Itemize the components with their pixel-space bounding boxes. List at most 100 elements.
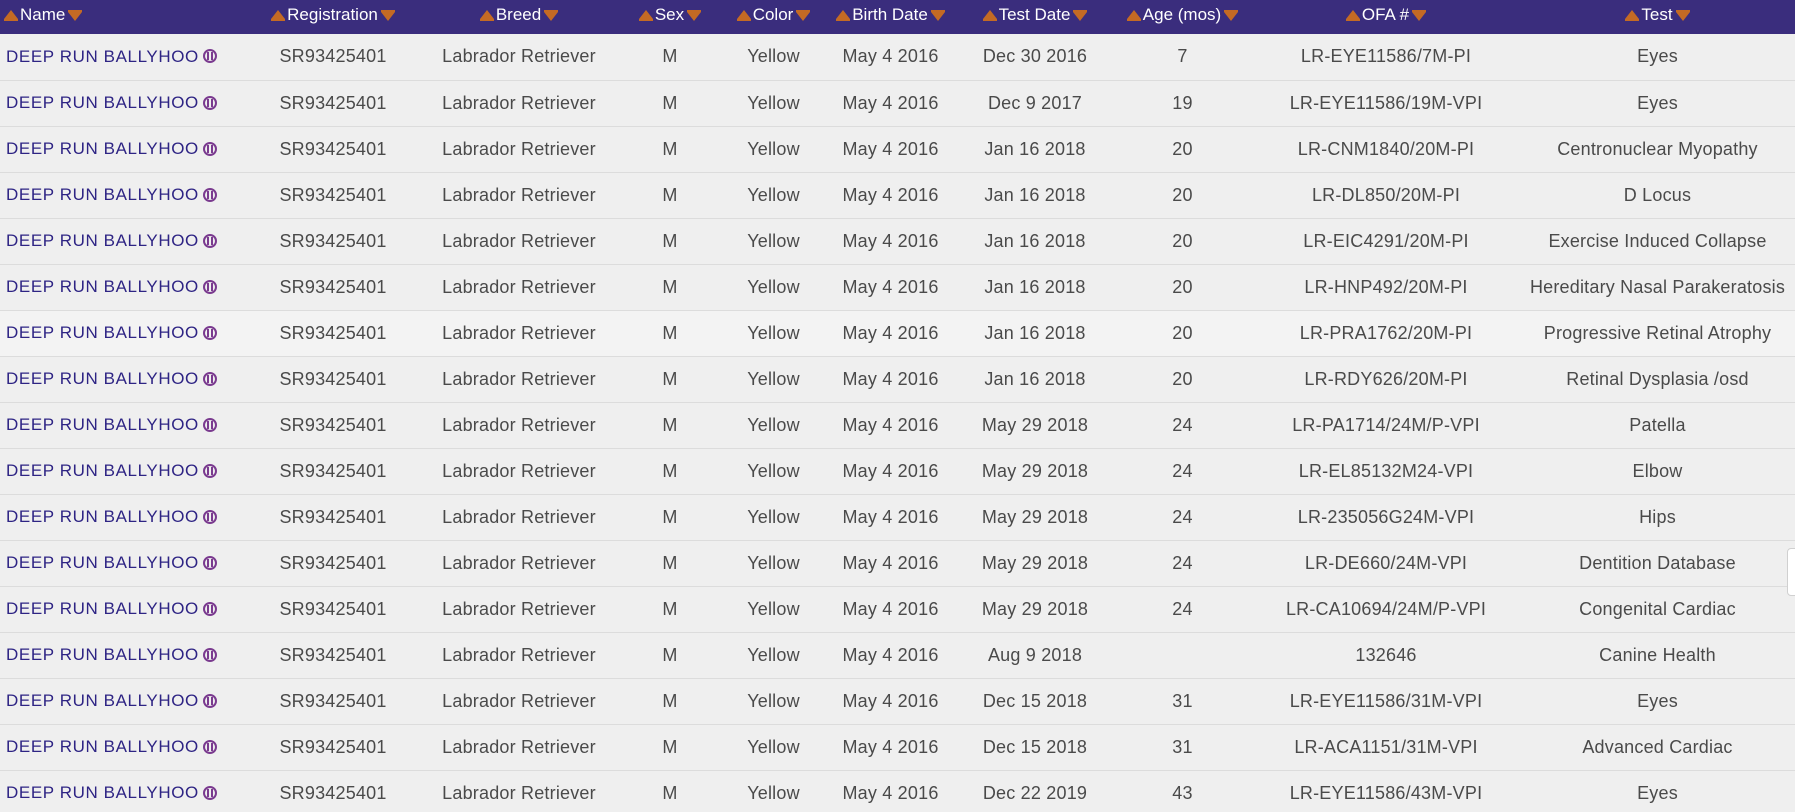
sort-descending-icon[interactable]	[930, 10, 945, 22]
cell-test-date: Dec 15 2018	[982, 690, 1088, 711]
cell-sex: M	[662, 506, 678, 527]
dog-name-link[interactable]: DEEP RUN BALLYHOO	[6, 599, 199, 618]
cell-registration: SR93425401	[279, 690, 387, 711]
column-header-color: Color	[728, 0, 819, 34]
cell-age: 20	[1172, 276, 1193, 297]
sort-ascending-icon[interactable]	[1345, 10, 1360, 22]
cell-test: Congenital Cardiac	[1579, 598, 1736, 619]
table-row: DEEP RUN BALLYHOO SR93425401 Labrador Retr…	[0, 494, 1795, 540]
sort-ascending-icon[interactable]	[638, 10, 653, 22]
sort-ascending-icon[interactable]	[836, 10, 851, 22]
certificate-icon[interactable]	[202, 693, 217, 708]
cell-test-date: Dec 30 2016	[982, 46, 1088, 67]
dog-name-link[interactable]: DEEP RUN BALLYHOO	[6, 461, 199, 480]
cell-name: DEEP RUN BALLYHOO	[0, 632, 240, 678]
certificate-icon[interactable]	[202, 785, 217, 800]
cell-ofa: LR-EIC4291/20M-PI	[1303, 230, 1469, 251]
cell-test-date: Jan 16 2018	[984, 322, 1086, 343]
sort-ascending-icon[interactable]	[271, 10, 286, 22]
table-row: DEEP RUN BALLYHOO SR93425401 Labrador Retr…	[0, 356, 1795, 402]
cell-registration: SR93425401	[279, 230, 387, 251]
certificate-icon[interactable]	[202, 325, 217, 340]
cell-registration: SR93425401	[279, 368, 387, 389]
cell-breed: Labrador Retriever	[442, 460, 596, 481]
cell-sex: M	[662, 138, 678, 159]
certificate-icon[interactable]	[202, 647, 217, 662]
column-header-label: Breed	[495, 5, 542, 24]
certificate-icon[interactable]	[202, 233, 217, 248]
cell-test: Progressive Retinal Atrophy	[1543, 322, 1772, 343]
column-header-label: Test Date	[998, 5, 1071, 24]
column-header-label: Birth Date	[852, 5, 928, 24]
column-header-test-date: Test Date	[962, 0, 1108, 34]
certificate-icon[interactable]	[202, 417, 217, 432]
sort-descending-icon[interactable]	[1073, 10, 1088, 22]
dog-name-link[interactable]: DEEP RUN BALLYHOO	[6, 231, 199, 250]
sort-descending-icon[interactable]	[1675, 10, 1690, 22]
side-feedback-tab[interactable]	[1787, 548, 1795, 596]
cell-test: D Locus	[1623, 184, 1692, 205]
column-header-name: Name	[0, 0, 240, 34]
header-row: Name Registration Breed Sex Color Birth Date T…	[0, 0, 1795, 34]
sort-descending-icon[interactable]	[68, 10, 83, 22]
dog-name-link[interactable]: DEEP RUN BALLYHOO	[6, 691, 199, 710]
cell-sex: M	[662, 460, 678, 481]
sort-descending-icon[interactable]	[544, 10, 559, 22]
cell-breed: Labrador Retriever	[442, 322, 596, 343]
dog-name-link[interactable]: DEEP RUN BALLYHOO	[6, 47, 199, 66]
cell-birth-date: May 4 2016	[842, 46, 939, 67]
dog-name-link[interactable]: DEEP RUN BALLYHOO	[6, 369, 199, 388]
sort-descending-icon[interactable]	[380, 10, 395, 22]
certificate-icon[interactable]	[202, 49, 217, 64]
cell-test: Retinal Dysplasia /osd	[1566, 368, 1749, 389]
certificate-icon[interactable]	[202, 187, 217, 202]
cell-age: 31	[1172, 736, 1193, 757]
sort-descending-icon[interactable]	[796, 10, 811, 22]
cell-birth-date: May 4 2016	[842, 736, 939, 757]
dog-name-link[interactable]: DEEP RUN BALLYHOO	[6, 139, 199, 158]
dog-name-link[interactable]: DEEP RUN BALLYHOO	[6, 783, 199, 802]
sort-ascending-icon[interactable]	[1126, 10, 1141, 22]
column-header-label: Age (mos)	[1142, 5, 1222, 24]
dog-name-link[interactable]: DEEP RUN BALLYHOO	[6, 185, 199, 204]
sort-ascending-icon[interactable]	[736, 10, 751, 22]
sort-descending-icon[interactable]	[1224, 10, 1239, 22]
table-row: DEEP RUN BALLYHOO SR93425401 Labrador Retr…	[0, 770, 1795, 812]
certificate-icon[interactable]	[202, 739, 217, 754]
sort-ascending-icon[interactable]	[4, 10, 18, 22]
dog-name-link[interactable]: DEEP RUN BALLYHOO	[6, 507, 199, 526]
cell-color: Yellow	[747, 598, 800, 619]
dog-name-link[interactable]: DEEP RUN BALLYHOO	[6, 553, 199, 572]
certificate-icon[interactable]	[202, 279, 217, 294]
cell-registration: SR93425401	[279, 276, 387, 297]
sort-ascending-icon[interactable]	[479, 10, 494, 22]
certificate-icon[interactable]	[202, 95, 217, 110]
sort-descending-icon[interactable]	[1412, 10, 1427, 22]
certificate-icon[interactable]	[202, 509, 217, 524]
cell-birth-date: May 4 2016	[842, 322, 939, 343]
dog-name-link[interactable]: DEEP RUN BALLYHOO	[6, 323, 199, 342]
certificate-icon[interactable]	[202, 555, 217, 570]
dog-name-link[interactable]: DEEP RUN BALLYHOO	[6, 277, 199, 296]
cell-birth-date: May 4 2016	[842, 552, 939, 573]
cell-age	[1108, 632, 1257, 678]
table-row: DEEP RUN BALLYHOO SR93425401 Labrador Retr…	[0, 632, 1795, 678]
sort-ascending-icon[interactable]	[982, 10, 997, 22]
certificate-icon[interactable]	[202, 601, 217, 616]
sort-ascending-icon[interactable]	[1625, 10, 1640, 22]
certificate-icon[interactable]	[202, 463, 217, 478]
certificate-icon[interactable]	[202, 141, 217, 156]
cell-age: 20	[1172, 138, 1193, 159]
sort-descending-icon[interactable]	[687, 10, 702, 22]
cell-birth-date: May 4 2016	[842, 414, 939, 435]
dog-name-link[interactable]: DEEP RUN BALLYHOO	[6, 93, 199, 112]
cell-ofa: LR-RDY626/20M-PI	[1304, 368, 1468, 389]
dog-name-link[interactable]: DEEP RUN BALLYHOO	[6, 645, 199, 664]
dog-name-link[interactable]: DEEP RUN BALLYHOO	[6, 737, 199, 756]
certificate-icon[interactable]	[202, 371, 217, 386]
table-row: DEEP RUN BALLYHOO SR93425401 Labrador Retr…	[0, 402, 1795, 448]
dog-name-link[interactable]: DEEP RUN BALLYHOO	[6, 415, 199, 434]
cell-age: 43	[1172, 782, 1193, 803]
cell-registration: SR93425401	[279, 598, 387, 619]
cell-color: Yellow	[747, 184, 800, 205]
